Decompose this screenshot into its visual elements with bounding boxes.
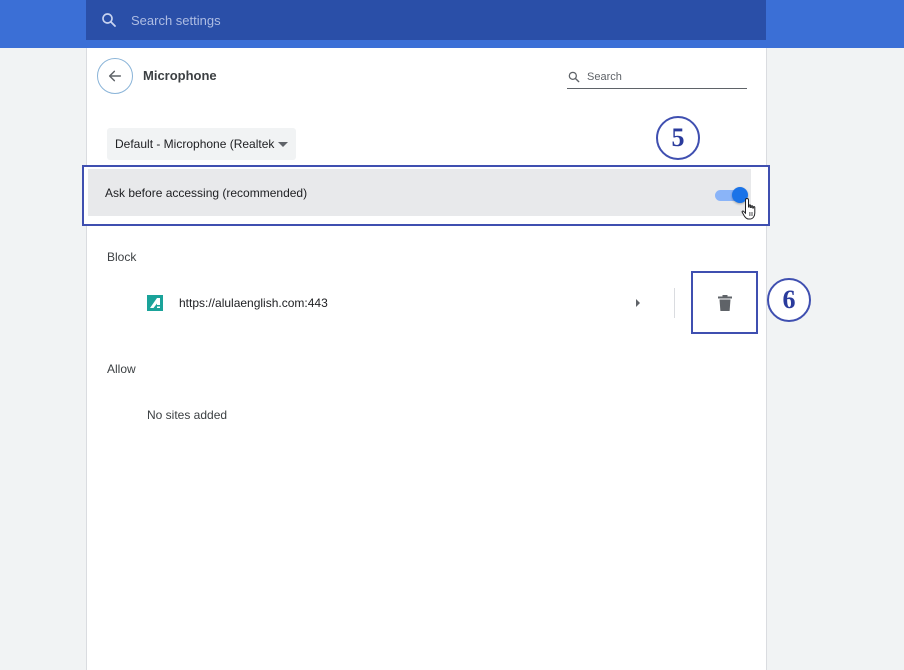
annotation-step-6: 6 (767, 278, 811, 322)
site-favicon-icon (147, 295, 163, 311)
arrow-right-icon[interactable] (636, 299, 640, 307)
ask-before-accessing-label: Ask before accessing (recommended) (105, 186, 308, 200)
ask-before-accessing-row[interactable]: Ask before accessing (recommended) (82, 165, 770, 226)
search-icon (102, 13, 116, 27)
microphone-device-select[interactable]: Default - Microphone (Realtek (107, 128, 297, 160)
allow-section-label: Allow (107, 362, 136, 376)
top-bar: Search settings (0, 0, 904, 48)
divider (674, 288, 675, 318)
page-title: Microphone (143, 68, 217, 83)
chevron-down-icon (278, 141, 289, 147)
page-header: Microphone (87, 48, 766, 106)
back-button[interactable] (97, 58, 133, 94)
header-search[interactable] (567, 66, 747, 89)
settings-search-box[interactable]: Search settings (86, 0, 766, 40)
microphone-settings-card: Microphone Default - Microphone (Realtek… (82, 48, 811, 670)
hand-pointer-cursor-icon (741, 197, 756, 220)
trash-icon (717, 294, 732, 311)
settings-search-placeholder: Search settings (131, 12, 221, 28)
ask-row-background: Ask before accessing (recommended) (88, 169, 751, 216)
allow-empty-text: No sites added (147, 408, 228, 422)
arrow-back-icon (108, 70, 122, 82)
search-icon (568, 71, 580, 83)
delete-site-button[interactable] (691, 271, 758, 334)
header-search-input[interactable] (587, 71, 727, 83)
blocked-site-row[interactable]: https://alulaenglish.com:443 (87, 271, 767, 334)
annotation-step-5: 5 (656, 116, 700, 160)
blocked-site-url[interactable]: https://alulaenglish.com:443 (179, 296, 328, 310)
device-select-value: Default - Microphone (Realtek (115, 137, 275, 151)
block-section-label: Block (107, 250, 137, 264)
